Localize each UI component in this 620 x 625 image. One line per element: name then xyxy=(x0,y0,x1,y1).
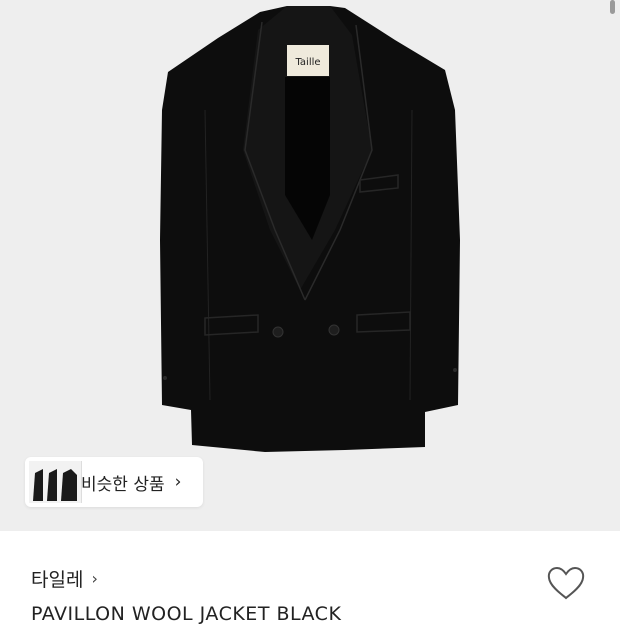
similar-products-label: 비슷한 상품 xyxy=(81,474,165,495)
heart-outline-icon[interactable] xyxy=(546,565,586,601)
product-title: PAVILLON WOOL JACKET BLACK xyxy=(31,603,342,625)
brand-link[interactable]: 타일레 › xyxy=(31,565,98,592)
similar-thumbnails xyxy=(25,457,85,507)
thumbnail xyxy=(57,461,82,503)
product-image[interactable]: Taille xyxy=(0,0,620,531)
brand-name: 타일레 xyxy=(31,569,84,591)
chevron-right-icon: › xyxy=(91,569,98,588)
chevron-right-icon: › xyxy=(174,472,182,492)
similar-products-button[interactable]: 비슷한 상품 › xyxy=(25,457,203,507)
product-info: 타일레 › PAVILLON WOOL JACKET BLACK xyxy=(0,531,620,625)
product-image-area[interactable]: Taille 비슷한 상품 › xyxy=(0,0,620,531)
brand-label-text: Taille xyxy=(294,57,320,68)
